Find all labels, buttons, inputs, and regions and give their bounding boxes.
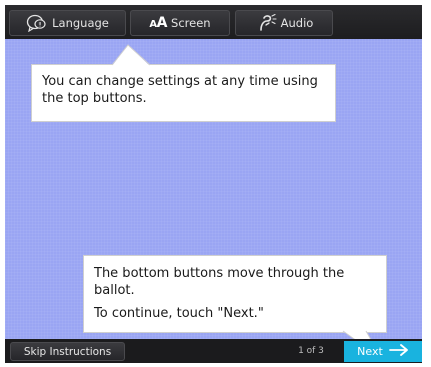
audio-sound-icon <box>255 14 277 32</box>
audio-button[interactable]: Audio <box>235 10 333 36</box>
language-button-label: Language <box>52 16 109 30</box>
top-callout-text: You can change settings at any time usin… <box>42 74 318 106</box>
top-toolbar: ‼ Language AA Screen Audio <box>5 5 422 39</box>
bottom-callout-line2: To continue, touch "Next." <box>94 306 264 321</box>
screen-button[interactable]: AA Screen <box>130 10 230 36</box>
next-button-label: Next <box>357 345 383 358</box>
bottom-callout: The bottom buttons move through the ball… <box>84 256 386 360</box>
bottom-callout-line1: The bottom buttons move through the ball… <box>94 266 345 298</box>
skip-instructions-button[interactable]: Skip Instructions <box>10 342 125 361</box>
ballot-screen: ‼ Language AA Screen Audio You can chang… <box>5 5 422 363</box>
bottom-navigation-bar: Skip Instructions 1 of 3 Next <box>5 339 422 363</box>
svg-text:‼: ‼ <box>39 22 42 29</box>
audio-button-label: Audio <box>280 16 314 30</box>
language-button[interactable]: ‼ Language <box>9 10 126 36</box>
arrow-right-icon <box>388 344 409 359</box>
page-indicator: 1 of 3 <box>298 346 324 356</box>
top-callout: You can change settings at any time usin… <box>32 44 335 121</box>
top-callout-tail <box>111 44 151 66</box>
instruction-area: You can change settings at any time usin… <box>5 39 422 360</box>
language-speech-bubbles-icon: ‼ <box>26 14 48 32</box>
screen-button-label: Screen <box>171 16 211 30</box>
text-size-icon: AA <box>149 15 168 31</box>
next-button[interactable]: Next <box>344 341 422 362</box>
